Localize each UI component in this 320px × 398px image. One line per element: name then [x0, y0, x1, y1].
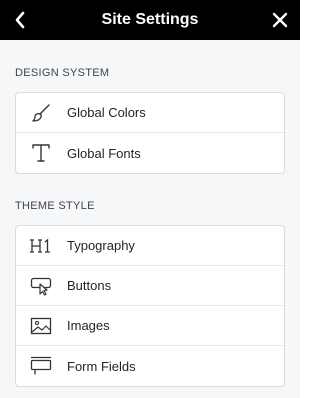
close-icon: [272, 12, 288, 28]
design-system-card: Global Colors Global Fonts: [15, 92, 285, 174]
section-label-theme-style: THEME STYLE: [15, 200, 95, 212]
menu-item-label: Global Fonts: [67, 145, 141, 161]
menu-item-typography[interactable]: Typography: [16, 226, 284, 266]
menu-item-global-fonts[interactable]: Global Fonts: [16, 133, 284, 173]
brush-icon: [30, 102, 52, 124]
heading-h1-icon: [30, 235, 52, 257]
chevron-left-icon: [15, 11, 25, 29]
close-button[interactable]: [260, 0, 300, 40]
menu-item-label: Form Fields: [67, 358, 136, 374]
font-t-icon: [30, 142, 52, 164]
theme-style-card: Typography Buttons Images Form Fields: [15, 225, 285, 387]
section-label-design-system: DESIGN SYSTEM: [15, 67, 110, 79]
menu-item-label: Global Colors: [67, 105, 146, 120]
menu-item-images[interactable]: Images: [16, 306, 284, 346]
page-title: Site Settings: [101, 11, 199, 28]
menu-item-label: Images: [67, 318, 110, 333]
form-fields-icon: [30, 355, 52, 377]
settings-panel: DESIGN SYSTEM Global Colors Global Fonts…: [0, 40, 300, 398]
menu-item-global-colors[interactable]: Global Colors: [16, 93, 284, 133]
menu-item-label: Buttons: [67, 278, 112, 293]
menu-item-form-fields[interactable]: Form Fields: [16, 346, 284, 386]
button-cursor-icon: [30, 275, 52, 297]
image-icon: [30, 315, 52, 337]
back-button[interactable]: [0, 0, 40, 40]
menu-item-label: Typography: [67, 238, 135, 253]
menu-item-buttons[interactable]: Buttons: [16, 266, 284, 306]
header-bar: Site Settings: [0, 0, 300, 40]
